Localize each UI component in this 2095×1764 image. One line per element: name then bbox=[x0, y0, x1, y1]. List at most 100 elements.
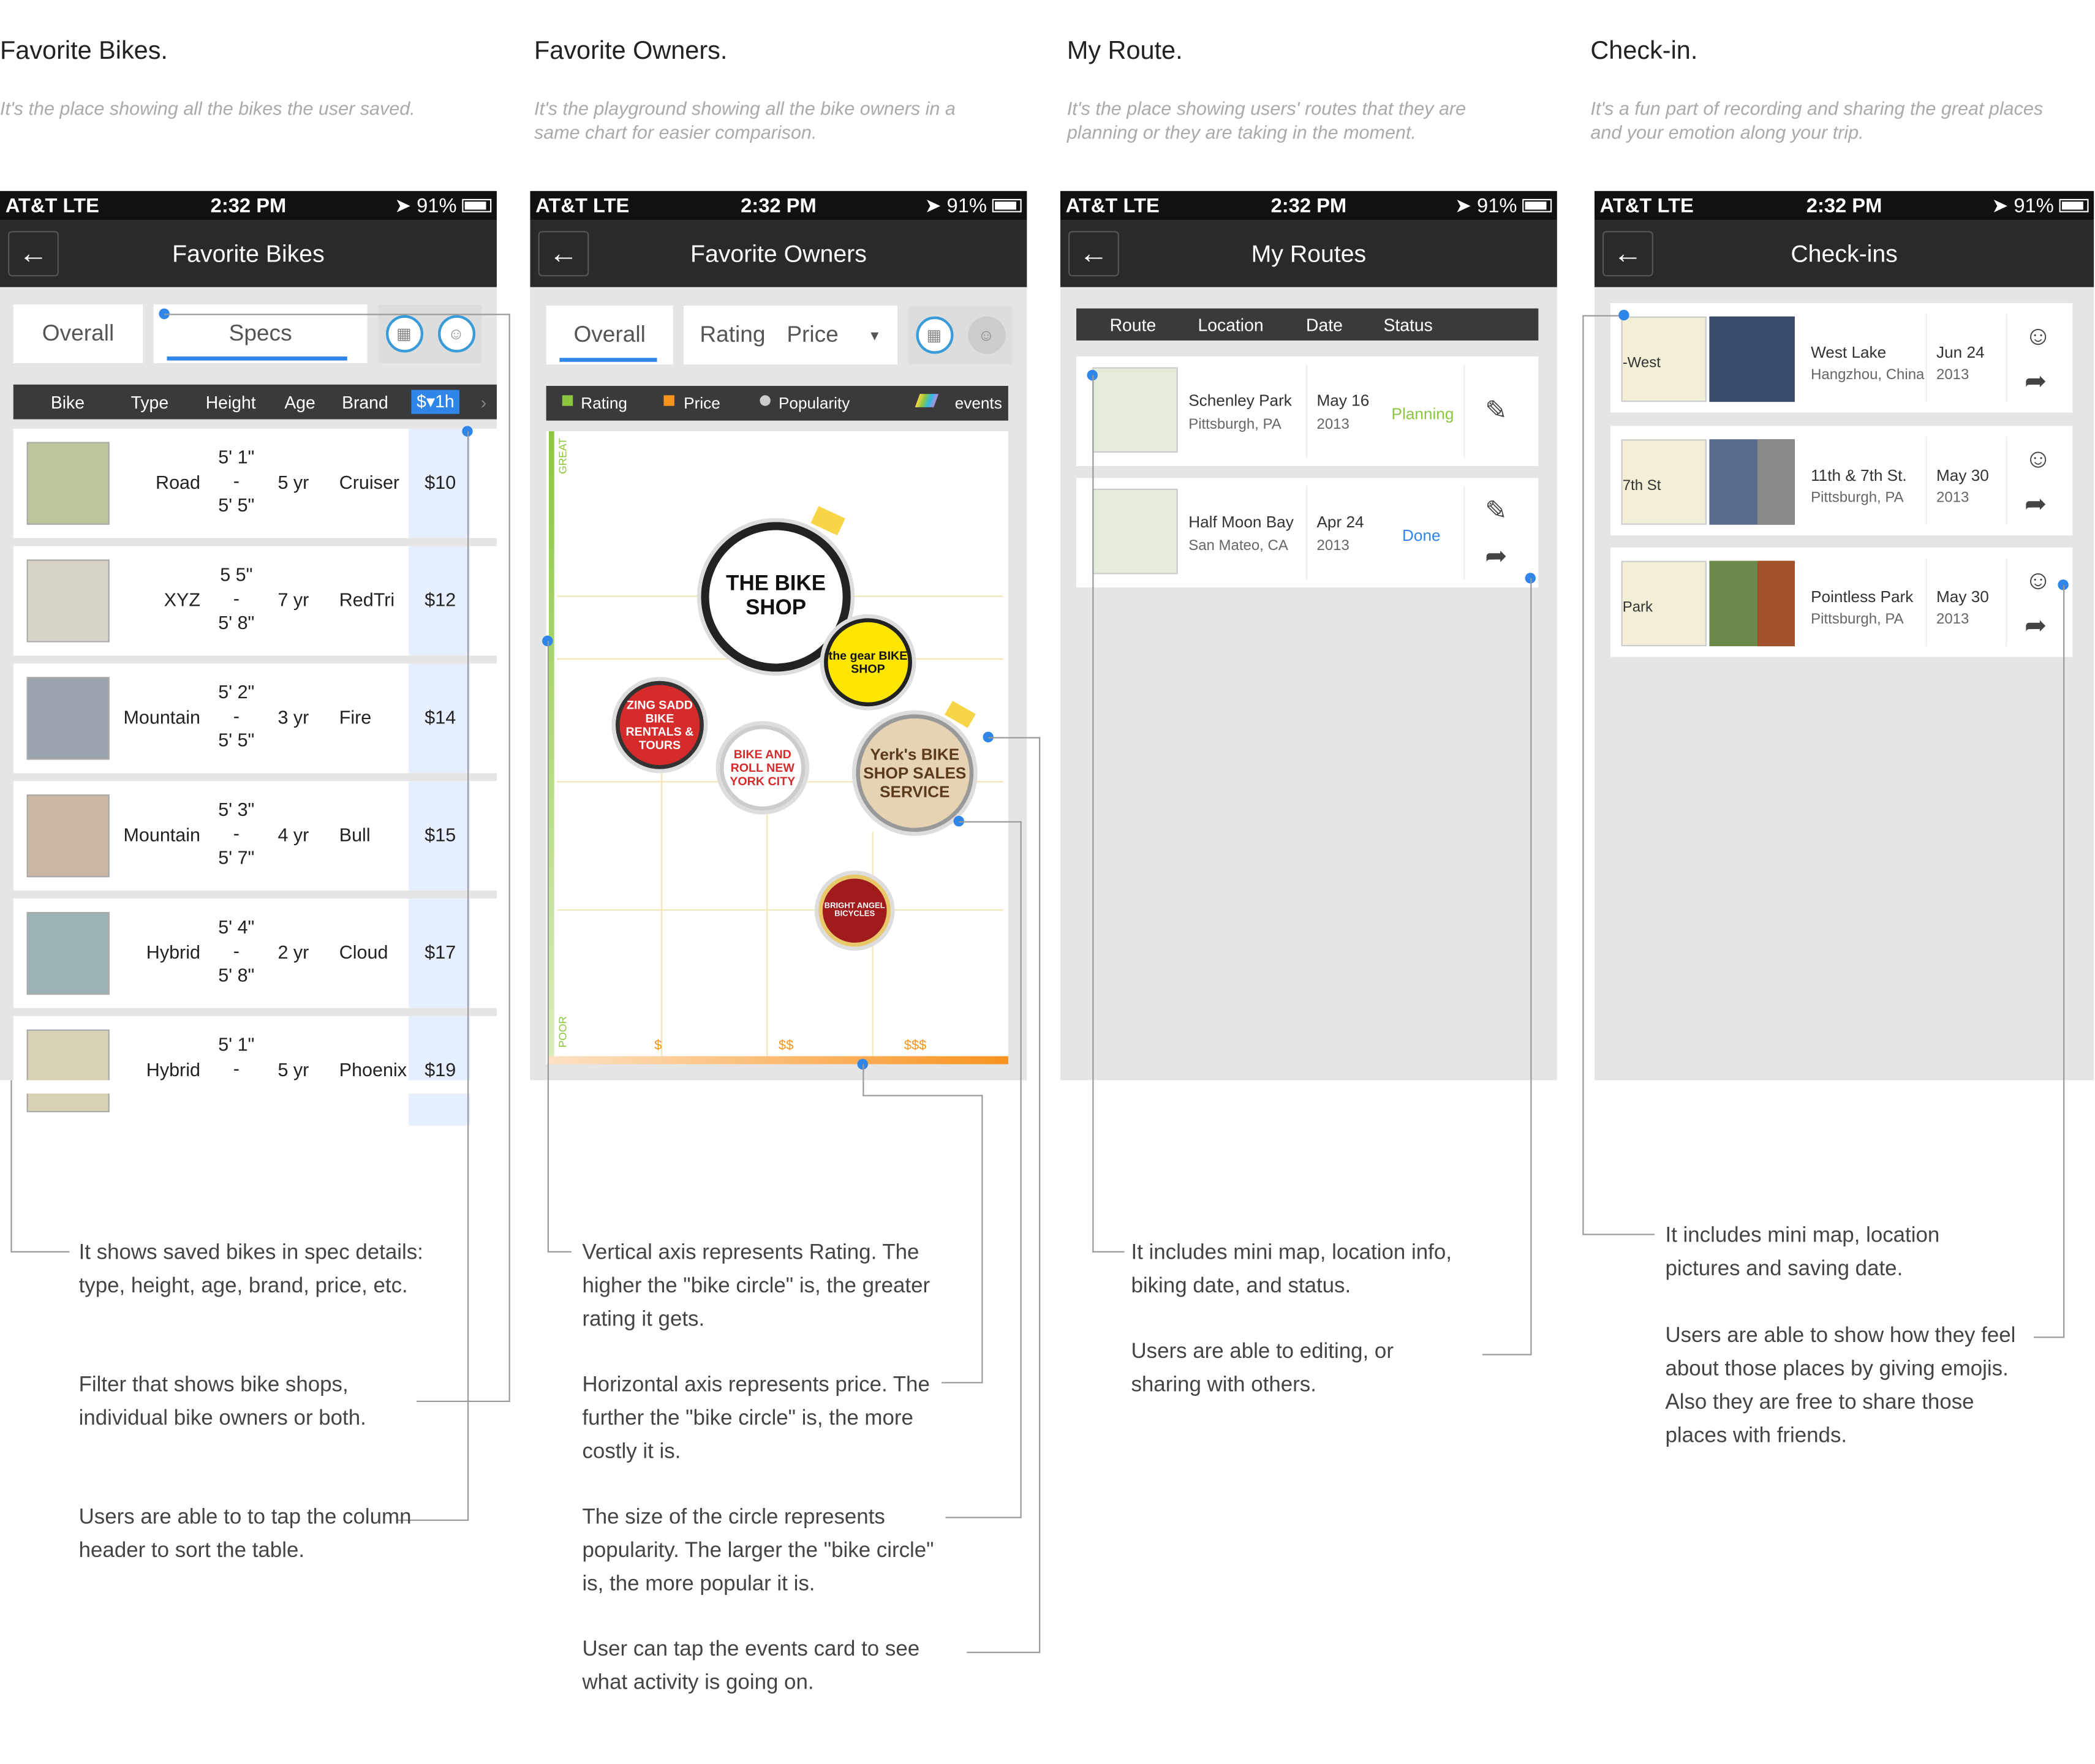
checkin-card[interactable]: -West West Lake Hangzhou, China Jun 24 2013 ☺… bbox=[1610, 303, 2073, 413]
status-bar: AT&T LTE 2:32 PM ➤ 91% bbox=[530, 190, 1027, 221]
col-height[interactable]: Height bbox=[206, 392, 256, 412]
checkin-card[interactable]: 7th St 11th & 7th St. Pittsburgh, PA May 30… bbox=[1610, 426, 2073, 536]
share-icon[interactable]: ➦ bbox=[1485, 540, 1508, 573]
edit-icon[interactable]: ✎ bbox=[1485, 394, 1508, 428]
sort-rating[interactable]: Rating bbox=[700, 322, 765, 349]
bike-height: 5' 2" - 5' 5" bbox=[216, 680, 256, 752]
bike-and-roll-bubble[interactable]: BIKE AND ROLL NEW YORK CITY bbox=[720, 725, 806, 811]
shop-filter-icon[interactable]: ▦ bbox=[385, 315, 423, 353]
route-card[interactable]: Half Moon Bay San Mateo, CA Apr 24 2013 … bbox=[1076, 478, 1539, 588]
col-age[interactable]: Age bbox=[284, 392, 315, 412]
share-icon[interactable]: ➦ bbox=[2025, 364, 2047, 398]
emoji-icon[interactable]: ☺ bbox=[2025, 445, 2052, 475]
sort-price[interactable]: Price bbox=[787, 322, 838, 349]
dropdown-arrow-icon[interactable]: ▾ bbox=[870, 326, 878, 345]
tab-overall[interactable]: Overall bbox=[13, 304, 143, 363]
bike-price: $15 bbox=[425, 824, 456, 845]
col-route[interactable]: Route bbox=[1110, 315, 1157, 335]
legend-popularity: Popularity bbox=[778, 394, 850, 413]
height-dash: - bbox=[233, 1057, 240, 1079]
tab-overall[interactable]: Overall bbox=[546, 306, 673, 365]
page-title: Favorite Bikes bbox=[172, 239, 325, 266]
height-max: 5' 5" bbox=[218, 494, 255, 516]
note-routes-info: It includes mini map, location info, bik… bbox=[1131, 1242, 1452, 1298]
route-card[interactable]: Schenley Park Pittsburgh, PA May 16 2013… bbox=[1076, 356, 1539, 466]
legend-rating: Rating bbox=[581, 394, 627, 413]
table-row[interactable]: Mountain 5' 2" - 5' 5" 3 yr Fire $14 bbox=[13, 663, 497, 774]
owners-chart: GREAT POOR $ $$ $$$ THE BIKE SHOP the ge… bbox=[546, 431, 1008, 1065]
table-row[interactable]: Mountain 5' 3" -5' 7" 4 yr Bull $15 bbox=[13, 781, 497, 891]
table-row[interactable]: Hybrid 5' 1" - 5 yr Phoenix $19 bbox=[13, 1016, 497, 1126]
location-photo bbox=[1709, 316, 1795, 402]
back-button[interactable]: ← bbox=[8, 231, 59, 277]
bike-price: $10 bbox=[425, 471, 456, 493]
bike-brand: Fire bbox=[339, 706, 372, 728]
note-owners-size: The size of the circle represents popula… bbox=[582, 1506, 934, 1596]
bike-type: Hybrid bbox=[146, 941, 200, 963]
col-type[interactable]: Type bbox=[131, 392, 168, 412]
yerks-bike-shop-bubble[interactable]: Yerk's BIKE SHOP SALES SERVICE bbox=[856, 714, 974, 832]
route-year: 2013 bbox=[1316, 417, 1349, 433]
legend-events: events bbox=[954, 394, 1002, 413]
bike-brand: RedTri bbox=[339, 589, 395, 611]
event-card[interactable] bbox=[945, 701, 976, 728]
note-bikes-spec: It shows saved bikes in spec details: ty… bbox=[78, 1242, 423, 1298]
bright-angel-bubble[interactable]: BRIGHT ANGEL BICYCLES bbox=[818, 874, 891, 947]
section-title-owners: Favorite Owners. bbox=[534, 37, 728, 66]
clock: 2:32 PM bbox=[1270, 194, 1347, 217]
page-title: Favorite Owners bbox=[690, 239, 867, 266]
mini-map: 7th St bbox=[1621, 439, 1707, 525]
bike-age: 4 yr bbox=[277, 824, 309, 845]
bike-price: $17 bbox=[425, 941, 456, 963]
mini-map: -West bbox=[1621, 316, 1707, 402]
note-owners-rating: Vertical axis represents Rating. The hig… bbox=[582, 1242, 930, 1332]
height-max: 5' 8" bbox=[218, 963, 255, 986]
route-location: San Mateo, CA bbox=[1188, 538, 1288, 554]
bike-age: 3 yr bbox=[277, 706, 309, 728]
col-price[interactable]: $▾1h bbox=[411, 390, 460, 414]
back-button[interactable]: ← bbox=[1068, 231, 1119, 277]
share-icon[interactable]: ➦ bbox=[2025, 488, 2047, 521]
person-filter-icon[interactable]: ☺ bbox=[967, 316, 1005, 354]
note-bikes-sort: Users are able to to tap the column head… bbox=[78, 1506, 412, 1562]
shop-filter-icon[interactable]: ▦ bbox=[915, 316, 953, 354]
emoji-icon[interactable]: ☺ bbox=[2025, 566, 2052, 597]
phone-check-ins: AT&T LTE 2:32 PM ➤ 91% ← Check-ins -West W… bbox=[1594, 190, 2094, 1080]
sort-selector[interactable]: Rating Price ▾ bbox=[684, 306, 897, 365]
route-date: May 16 bbox=[1316, 391, 1370, 410]
table-row[interactable]: Road 5' 1" -5' 5" 5 yr Cruiser $10 bbox=[13, 428, 497, 538]
status-bar: AT&T LTE 2:32 PM ➤ 91% bbox=[0, 190, 497, 221]
col-status[interactable]: Status bbox=[1383, 315, 1432, 335]
col-brand[interactable]: Brand bbox=[342, 392, 388, 412]
map-label: Park bbox=[1622, 599, 1653, 616]
zing-sadd-bubble[interactable]: ZING SADD BIKE RENTALS & TOURS bbox=[615, 680, 704, 769]
clock: 2:32 PM bbox=[741, 194, 817, 217]
event-card[interactable] bbox=[810, 506, 845, 536]
section-title-route: My Route. bbox=[1066, 37, 1183, 66]
arrow-left-icon: ← bbox=[18, 236, 48, 270]
table-row[interactable]: Hybrid 5' 4" -5' 8" 2 yr Cloud $17 bbox=[13, 899, 497, 1008]
back-button[interactable]: ← bbox=[538, 231, 589, 277]
height-min: 5 5" bbox=[220, 563, 253, 585]
bike-photo bbox=[26, 677, 110, 760]
checkin-card[interactable]: Park Pointless Park Pittsburgh, PA May 30 20… bbox=[1610, 547, 2073, 657]
route-name: Half Moon Bay bbox=[1188, 513, 1294, 532]
bike-brand: Cloud bbox=[339, 941, 388, 963]
person-filter-icon[interactable]: ☺ bbox=[437, 315, 475, 353]
mini-map bbox=[1092, 367, 1178, 453]
emoji-icon[interactable]: ☺ bbox=[2025, 322, 2052, 352]
mini-map: Park bbox=[1621, 560, 1707, 647]
section-desc-checkin: It's a fun part of recording and sharing… bbox=[1590, 97, 2044, 143]
height-min: 5' 1" bbox=[218, 446, 255, 467]
share-icon[interactable]: ➦ bbox=[2025, 609, 2047, 643]
edit-icon[interactable]: ✎ bbox=[1485, 494, 1508, 528]
back-button[interactable]: ← bbox=[1602, 231, 1653, 277]
bike-brand: Cruiser bbox=[339, 471, 400, 493]
table-row[interactable]: XYZ 5 5" -5' 8" 7 yr RedTri $12 bbox=[13, 546, 497, 656]
col-location[interactable]: Location bbox=[1198, 315, 1263, 335]
gear-bike-shop-bubble[interactable]: the gear BIKE SHOP bbox=[824, 618, 912, 707]
col-date[interactable]: Date bbox=[1306, 315, 1343, 335]
col-bike[interactable]: Bike bbox=[51, 392, 85, 412]
page-title: Check-ins bbox=[1791, 239, 1898, 266]
page-title: My Routes bbox=[1251, 239, 1367, 266]
